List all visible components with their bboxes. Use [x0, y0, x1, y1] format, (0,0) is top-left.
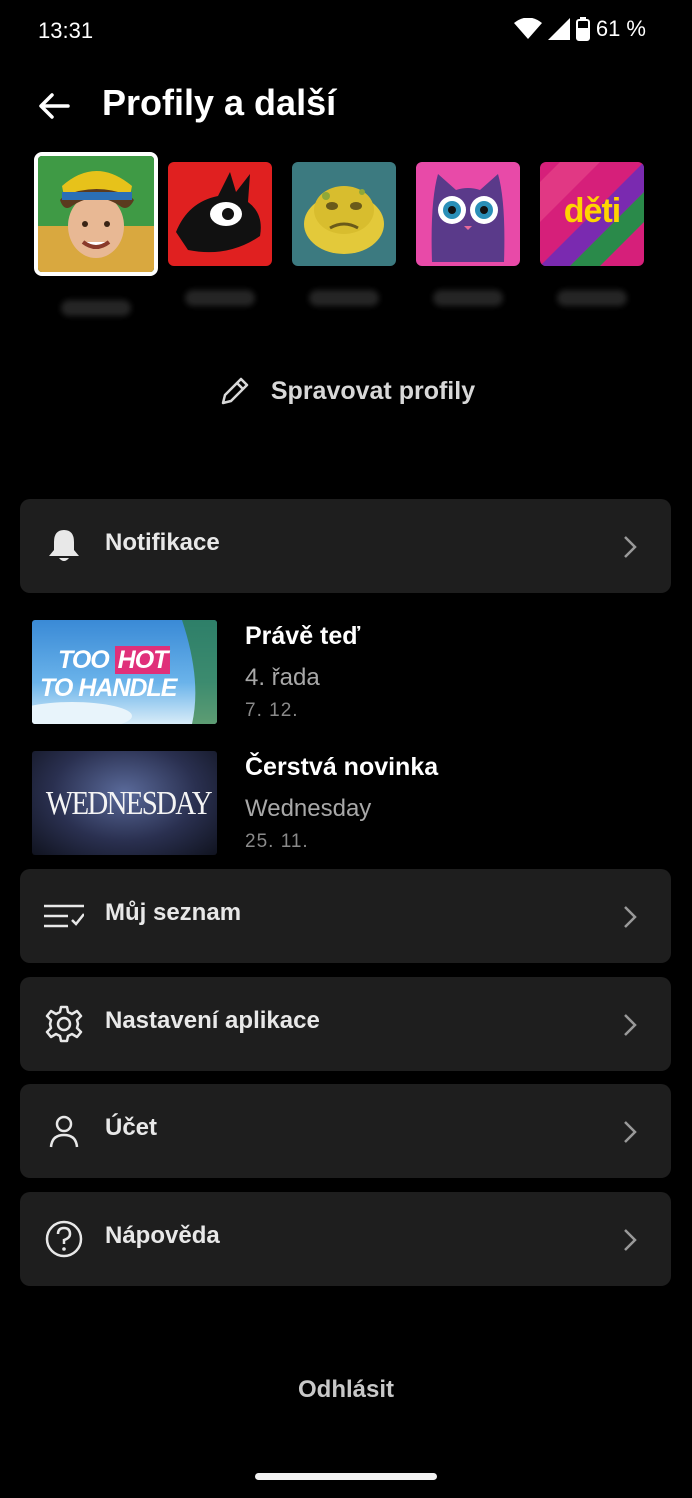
notification-subtitle: Wednesday [245, 795, 372, 822]
profile-kids[interactable]: děti [530, 152, 654, 306]
chevron-right-icon [624, 906, 637, 928]
notification-date: 25. 11. [245, 831, 309, 852]
profile-2[interactable] [158, 152, 282, 306]
notification-subtitle: 4. řada [245, 664, 320, 691]
app-settings-label: Nastavení aplikace [105, 1007, 320, 1034]
notification-item[interactable]: WEDNESDAY Čerstvá novinka Wednesday 25. … [32, 751, 652, 859]
user-icon [49, 1115, 79, 1148]
notifications-label: Notifikace [105, 529, 220, 556]
profile-4[interactable] [406, 152, 530, 306]
kids-label: děti [563, 192, 621, 230]
profile-list: děti [34, 152, 664, 322]
chevron-right-icon [624, 1229, 637, 1251]
my-list-row[interactable]: Můj seznam [20, 869, 671, 963]
account-label: Účet [105, 1114, 158, 1141]
profile-name [557, 290, 627, 306]
chevron-right-icon [624, 1121, 637, 1143]
profile-name [433, 290, 503, 306]
status-bar: 13:31 61 % [0, 0, 692, 62]
profile-3[interactable] [282, 152, 406, 306]
avatar [292, 162, 396, 266]
wifi-icon [513, 18, 542, 39]
profile-name [309, 290, 379, 306]
notification-date: 7. 12. [245, 700, 299, 721]
battery-icon [575, 17, 590, 41]
thumb-text: WEDNESDAY [45, 785, 213, 822]
profile-name [185, 290, 255, 306]
account-row[interactable]: Účet [20, 1084, 671, 1178]
manage-profiles-label: Spravovat profily [270, 376, 476, 405]
clock: 13:31 [38, 18, 94, 43]
manage-profiles-button[interactable]: Spravovat profily [0, 366, 692, 416]
back-arrow-icon[interactable] [34, 86, 74, 126]
notification-thumbnail: WEDNESDAY [32, 751, 217, 855]
chevron-right-icon [624, 536, 637, 558]
signal-icon [547, 18, 570, 40]
bell-icon [49, 530, 79, 561]
avatar [168, 162, 272, 266]
logout-button[interactable]: Odhlásit [0, 1376, 692, 1404]
my-list-label: Můj seznam [105, 899, 242, 926]
help-row[interactable]: Nápověda [20, 1192, 671, 1286]
page-title: Profily a další [102, 82, 337, 123]
help-icon [45, 1220, 83, 1258]
app-settings-row[interactable]: Nastavení aplikace [20, 977, 671, 1071]
avatar: děti [540, 162, 644, 266]
list-check-icon [44, 904, 84, 928]
thumb-text: TOO [58, 646, 110, 674]
notification-thumbnail: TOO HOT TO HANDLE [32, 620, 217, 724]
thumb-text: TO HANDLE [40, 674, 177, 702]
gear-icon [45, 1005, 83, 1043]
notifications-row[interactable]: Notifikace [20, 499, 671, 593]
pencil-icon [221, 377, 249, 405]
avatar [416, 162, 520, 266]
profile-1[interactable] [34, 152, 158, 316]
battery-level: 61 % [595, 16, 646, 41]
home-indicator[interactable] [255, 1473, 437, 1480]
thumb-text: HOT [114, 646, 171, 674]
notification-title: Právě teď [245, 622, 361, 650]
avatar [34, 152, 158, 276]
profile-name [61, 300, 131, 316]
status-icons: 61 % [513, 16, 646, 42]
chevron-right-icon [624, 1014, 637, 1036]
header: Profily a další [0, 70, 692, 140]
notification-title: Čerstvá novinka [245, 753, 439, 781]
help-label: Nápověda [105, 1222, 220, 1249]
notification-item[interactable]: TOO HOT TO HANDLE Právě teď 4. řada 7. 1… [32, 620, 652, 728]
